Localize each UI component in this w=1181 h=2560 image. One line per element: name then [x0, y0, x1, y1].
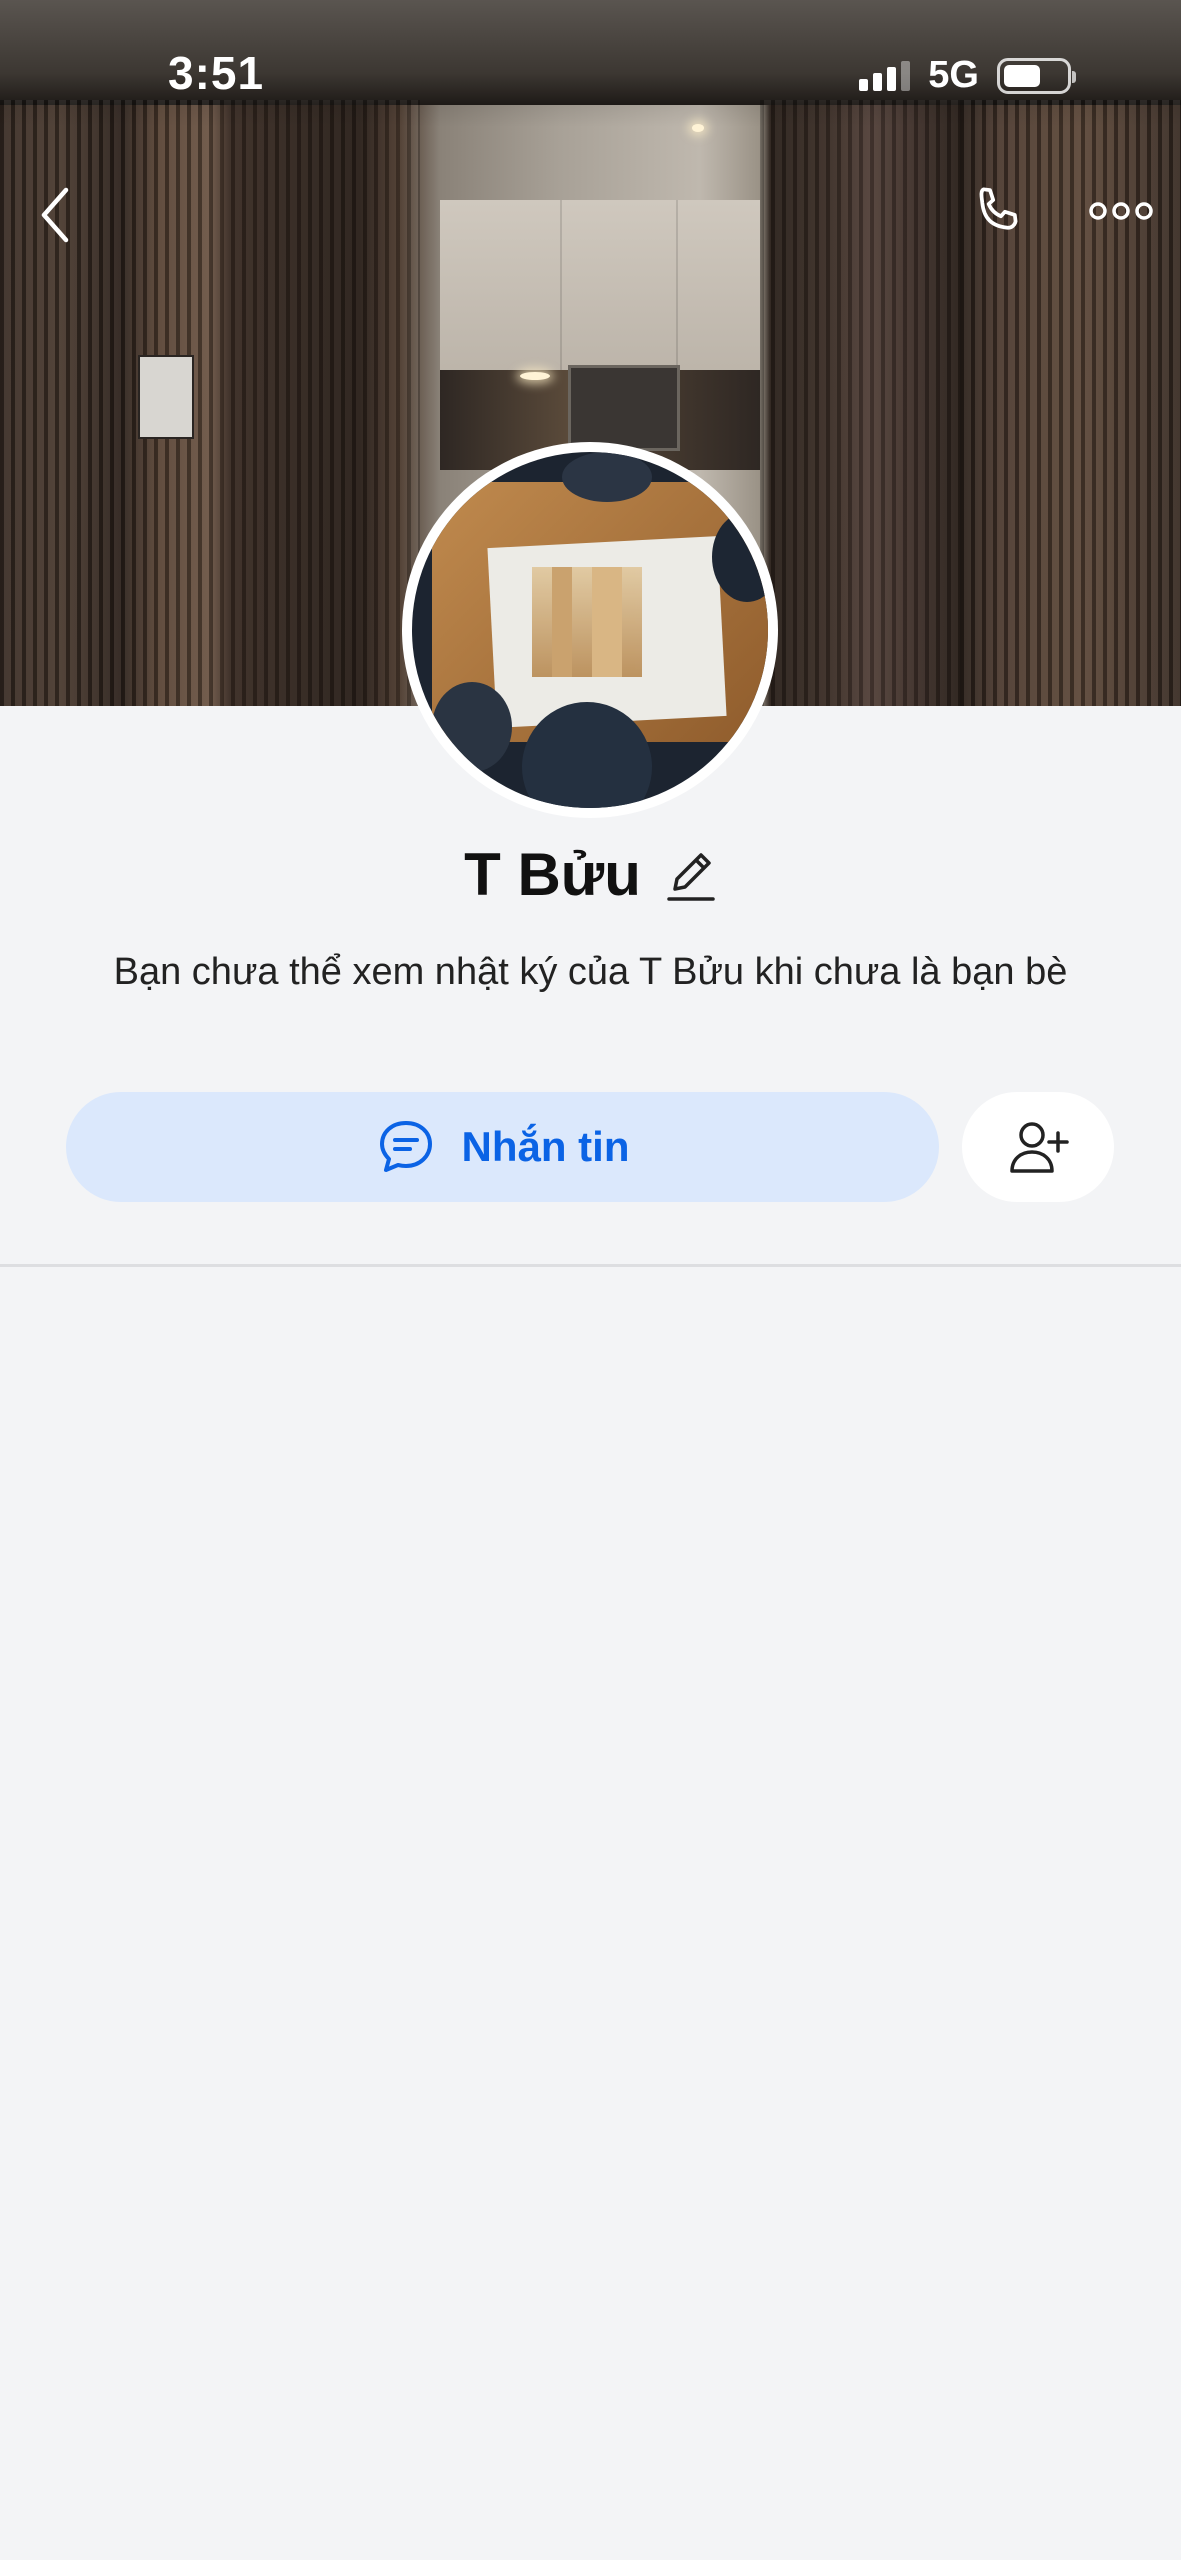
cover-ceiling-light — [692, 124, 704, 132]
avatar[interactable] — [402, 442, 778, 818]
chat-bubble-icon — [379, 1121, 432, 1172]
add-user-icon — [1010, 1122, 1069, 1173]
message-button[interactable]: Nhắn tin — [66, 1092, 939, 1202]
cover-oven — [568, 365, 680, 451]
signal-icon — [859, 60, 911, 91]
cover-wall-slats-right-inner — [760, 100, 960, 706]
profile-name-row: T Bửu — [0, 840, 1181, 909]
battery-icon — [997, 57, 1076, 94]
more-horizontal-icon — [1089, 202, 1153, 220]
status-time: 3:51 — [168, 47, 265, 99]
pencil-icon[interactable] — [663, 845, 717, 905]
status-indicators: 5G — [859, 54, 1076, 97]
message-button-label: Nhắn tin — [461, 1123, 630, 1170]
avatar-image — [412, 452, 768, 808]
profile-name: T Bửu — [464, 841, 641, 908]
cover-under-cabinet-light — [520, 372, 550, 380]
network-type: 5G — [928, 54, 979, 96]
cover-wall-slats-left-inner — [220, 100, 420, 706]
cover-wall-panel — [138, 355, 194, 439]
call-button[interactable] — [966, 180, 1030, 244]
more-button[interactable] — [1088, 196, 1154, 226]
phone-icon — [979, 187, 1018, 230]
add-friend-button[interactable] — [962, 1092, 1114, 1202]
diary-restriction-message: Bạn chưa thể xem nhật ký của T Bửu khi c… — [113, 951, 1068, 993]
back-button[interactable] — [30, 180, 82, 250]
section-divider — [0, 1264, 1181, 1267]
chevron-left-icon — [41, 187, 69, 243]
